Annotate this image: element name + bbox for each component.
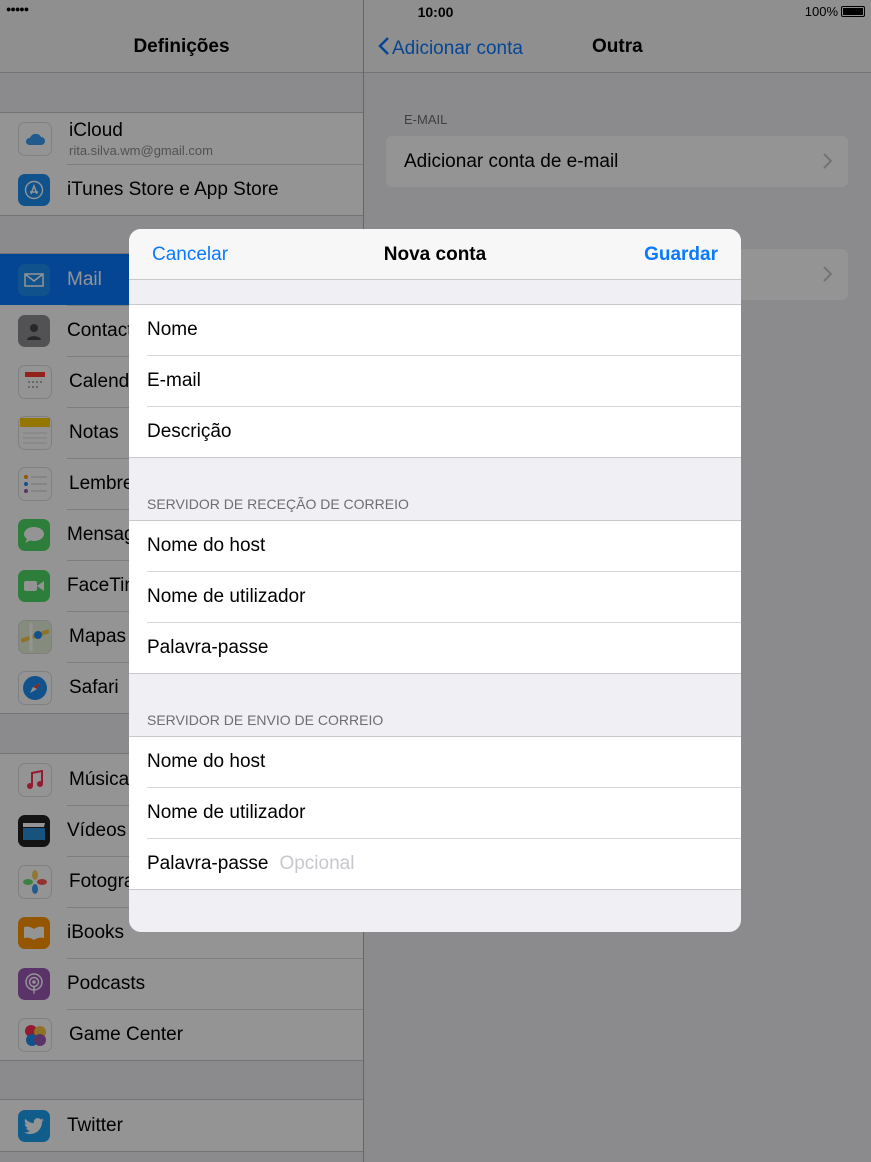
status-bar: ●●●●● 10:00 100% <box>0 0 871 24</box>
outgoing-hostname-field[interactable]: Nome do host <box>129 737 741 787</box>
incoming-server-group: Nome do host Nome de utilizador Palavra-… <box>129 520 741 674</box>
outgoing-server-header: SERVIDOR DE ENVIO DE CORREIO <box>147 712 384 728</box>
incoming-server-header: SERVIDOR DE RECEÇÃO DE CORREIO <box>147 496 409 512</box>
status-time: 10:00 <box>417 4 454 20</box>
save-button[interactable]: Guardar <box>644 244 718 266</box>
name-field[interactable]: Nome <box>129 305 741 355</box>
email-field[interactable]: E-mail <box>147 355 741 406</box>
modal-nav-bar: Cancelar Nova conta Guardar <box>129 229 741 280</box>
outgoing-password-field[interactable]: Palavra-passe Opcional <box>147 838 741 889</box>
outgoing-password-placeholder: Opcional <box>279 853 355 874</box>
incoming-username-field[interactable]: Nome de utilizador <box>147 571 741 622</box>
incoming-hostname-field[interactable]: Nome do host <box>129 521 741 571</box>
battery-percent: 100% <box>804 4 838 19</box>
outgoing-password-label: Palavra-passe <box>147 853 269 874</box>
account-info-group: Nome E-mail Descrição <box>129 304 741 458</box>
outgoing-server-group: Nome do host Nome de utilizador Palavra-… <box>129 736 741 890</box>
outgoing-username-field[interactable]: Nome de utilizador <box>147 787 741 838</box>
description-field[interactable]: Descrição <box>147 406 741 457</box>
incoming-password-field[interactable]: Palavra-passe <box>147 622 741 673</box>
battery-icon <box>841 6 865 17</box>
new-account-modal: Cancelar Nova conta Guardar Nome E-mail … <box>129 229 741 932</box>
battery-indicator: 100% <box>805 4 865 19</box>
